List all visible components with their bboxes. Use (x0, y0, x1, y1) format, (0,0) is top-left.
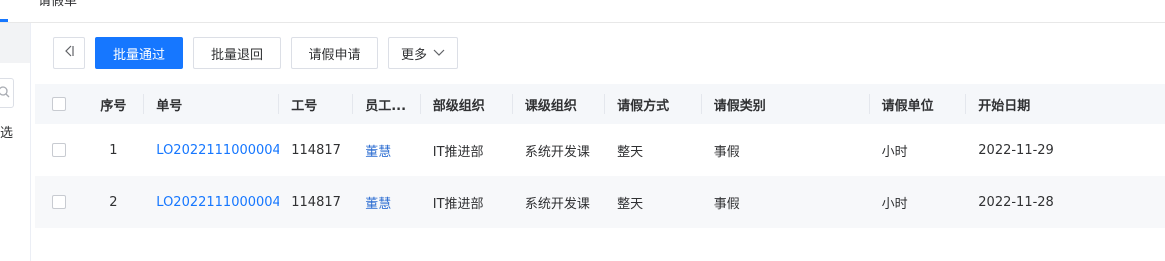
row-checkbox[interactable] (51, 143, 66, 157)
left-panel-selected-item[interactable] (0, 23, 30, 63)
more-dropdown-button[interactable]: 更多 (388, 37, 458, 69)
order-no-link[interactable]: LO20221110000046 (144, 124, 279, 176)
employee-link[interactable]: 董慧 (353, 124, 421, 176)
row-emp-no: 114817 (291, 142, 341, 158)
leave-apply-button[interactable]: 请假申请 (291, 37, 378, 69)
filter-label: 选 (0, 126, 14, 141)
header-emp-no[interactable]: 工号 (279, 84, 354, 124)
select-all-checkbox[interactable] (51, 97, 66, 111)
row-department: IT推进部 (432, 196, 484, 212)
more-label: 更多 (400, 47, 427, 63)
table-header: 序号 单号 工号 员工... 部级组织 课级组织 请假方式 请假类别 请假单位 … (35, 84, 1165, 124)
row-check-cell (35, 124, 82, 176)
row-leave-unit: 小时 (881, 144, 908, 160)
row-start-date: 2022-11-29 (978, 142, 1054, 158)
batch-approve-button[interactable]: 批量通过 (95, 37, 183, 69)
table-row[interactable]: 1 LO20221110000046 114817 董慧 IT推进部 系统开发课… (35, 124, 1165, 176)
row-department: IT推进部 (432, 144, 484, 160)
toolbar: 批量通过 批量退回 请假申请 更多 (53, 37, 468, 69)
header-leave-type[interactable]: 请假类别 (702, 84, 870, 124)
order-no-link[interactable]: LO20221110000044 (144, 176, 279, 228)
search-icon[interactable] (0, 85, 12, 99)
header-seq: 序号 (82, 84, 145, 124)
header-order-no[interactable]: 单号 (144, 84, 280, 124)
header-section[interactable]: 课级组织 (513, 84, 606, 124)
row-seq: 1 (109, 142, 118, 158)
row-leave-type: 事假 (713, 144, 740, 160)
active-tab-indicator (0, 19, 8, 22)
row-seq: 2 (109, 194, 118, 210)
collapse-panel-button[interactable] (53, 37, 85, 69)
batch-reject-button[interactable]: 批量退回 (193, 37, 281, 69)
row-emp-no: 114817 (291, 194, 341, 210)
row-start-date: 2022-11-28 (978, 194, 1054, 210)
row-leave-unit: 小时 (881, 196, 908, 212)
employee-link[interactable]: 董慧 (353, 176, 421, 228)
row-section: 系统开发课 (524, 144, 590, 160)
chevron-down-icon (433, 46, 445, 61)
header-department[interactable]: 部级组织 (421, 84, 513, 124)
row-checkbox[interactable] (51, 195, 66, 209)
tab-leave-form[interactable]: 请假单 (38, 0, 77, 9)
header-start-date[interactable]: 开始日期 (966, 84, 1165, 124)
collapse-left-icon (62, 44, 76, 62)
row-section: 系统开发课 (524, 196, 590, 212)
row-check-cell (35, 176, 82, 228)
header-employee[interactable]: 员工... (353, 84, 421, 124)
row-leave-mode: 整天 (617, 144, 644, 160)
header-leave-unit[interactable]: 请假单位 (870, 84, 967, 124)
leave-table: 序号 单号 工号 员工... 部级组织 课级组织 请假方式 请假类别 请假单位 … (35, 84, 1165, 228)
tab-bar: 请假单 (0, 0, 1165, 23)
left-filter-panel: 选 (0, 23, 31, 261)
row-leave-mode: 整天 (617, 196, 644, 212)
header-leave-mode[interactable]: 请假方式 (605, 84, 702, 124)
row-leave-type: 事假 (713, 196, 740, 212)
table-row[interactable]: 2 LO20221110000044 114817 董慧 IT推进部 系统开发课… (35, 176, 1165, 228)
select-all-cell (35, 84, 82, 124)
